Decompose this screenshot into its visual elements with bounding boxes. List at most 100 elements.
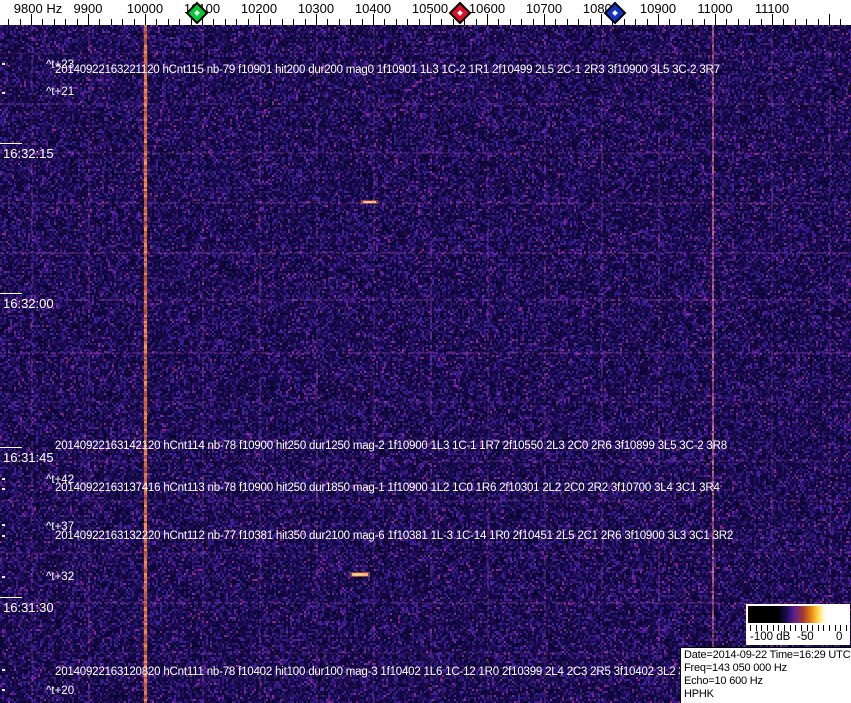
ruler-tick: [316, 14, 317, 25]
ruler-tick: [794, 19, 796, 25]
db-label: -50: [797, 631, 814, 643]
ruler-tick: [19, 19, 21, 25]
ruler-tick: [407, 19, 409, 25]
db-gradient-bar: [748, 606, 848, 623]
ruler-tick: [669, 19, 671, 25]
ruler-tick: [224, 19, 226, 25]
timestamp-label: 16:32:15: [3, 146, 54, 161]
ruler-tick: [817, 19, 819, 25]
ruler-tick: [635, 19, 637, 25]
frequency-label: 9800 Hz: [13, 1, 63, 16]
ruler-tick: [578, 19, 580, 25]
ruler-tick: [772, 14, 773, 25]
ruler-tick: [327, 19, 329, 25]
ruler-tick: [532, 19, 534, 25]
ruler-tick: [829, 14, 830, 25]
edge-signal-dot: [2, 92, 5, 94]
ruler-tick: [680, 19, 682, 25]
ruler-tick: [259, 14, 260, 25]
ruler-tick: [42, 19, 44, 25]
echo-data-line: 20140922163120820 hCnt111 nb-78 f10402 h…: [55, 666, 697, 678]
ruler-tick: [475, 19, 477, 25]
ruler-tick: [840, 19, 842, 25]
ruler-tick: [179, 19, 181, 25]
ruler-tick: [749, 19, 751, 25]
edge-signal-dot: [2, 63, 5, 65]
ruler-tick: [726, 19, 728, 25]
ruler-tick: [213, 19, 215, 25]
edge-signal-dot: [2, 689, 5, 691]
info-echo: Echo=10 600 Hz: [684, 675, 763, 687]
diamond-core: [612, 10, 618, 16]
ruler-tick: [783, 19, 785, 25]
ruler-tick: [487, 14, 488, 25]
ruler-tick: [281, 19, 283, 25]
info-date-time: Date=2014-09-22 Time=16:29 UTC: [684, 649, 851, 661]
db-color-scale: -100 dB -50 0: [746, 604, 850, 645]
ruler-tick: [384, 19, 386, 25]
spectrogram-canvas: [0, 25, 851, 703]
edge-signal-dot: [2, 524, 5, 526]
ruler-tick: [601, 14, 602, 25]
ruler-tick: [99, 19, 101, 25]
meteor-echo-spectrogram-window: 9800 Hz990010000101001020010300104001050…: [0, 0, 851, 703]
ruler-tick: [88, 14, 89, 25]
info-frequency: Freq=143 050 000 Hz: [684, 662, 787, 674]
ruler-tick: [715, 14, 716, 25]
t-offset-marker: ^t+32: [46, 571, 75, 583]
diamond-core: [194, 10, 200, 16]
ruler-tick: [498, 19, 500, 25]
ruler-tick: [338, 19, 340, 25]
ruler-tick: [395, 19, 397, 25]
echo-data-line: 20140922163137416 hCnt113 nb-78 f10900 h…: [55, 482, 720, 494]
legend-tick: [817, 625, 819, 631]
t-offset-marker: ^t+20: [46, 685, 75, 697]
ruler-tick: [293, 19, 295, 25]
ruler-tick: [31, 14, 32, 25]
edge-signal-dot: [2, 478, 5, 480]
ruler-tick: [418, 19, 420, 25]
ruler-tick: [737, 19, 739, 25]
echo-data-line: 20140922163142120 hCnt114 nb-78 f10900 h…: [55, 440, 727, 452]
time-tick-line: [0, 293, 22, 294]
ruler-tick: [566, 19, 568, 25]
ruler-tick: [452, 19, 454, 25]
frequency-ruler: 9800 Hz990010000101001020010300104001050…: [0, 0, 851, 25]
legend-tick: [823, 625, 825, 631]
ruler-tick: [623, 19, 625, 25]
status-info-box: Date=2014-09-22 Time=16:29 UTC Freq=143 …: [680, 647, 851, 703]
legend-tick: [846, 625, 847, 631]
edge-signal-dot: [2, 669, 5, 671]
diamond-core: [457, 10, 463, 16]
ruler-tick: [133, 19, 135, 25]
info-station-id: HPHK: [684, 688, 714, 700]
ruler-tick: [555, 19, 557, 25]
ruler-tick: [658, 14, 659, 25]
ruler-tick: [509, 19, 511, 25]
ruler-tick: [806, 19, 808, 25]
time-tick-line: [0, 143, 22, 144]
ruler-tick: [544, 14, 545, 25]
ruler-tick: [190, 19, 192, 25]
ruler-tick: [145, 14, 146, 25]
timestamp-label: 16:31:45: [3, 450, 54, 465]
ruler-tick: [76, 19, 78, 25]
edge-signal-dot: [2, 576, 5, 578]
t-offset-marker: ^t+21: [46, 86, 75, 98]
edge-signal-dot: [2, 488, 5, 490]
timestamp-label: 16:32:00: [3, 296, 54, 311]
edge-signal-dot: [2, 535, 5, 537]
time-tick-line: [0, 447, 22, 448]
echo-data-line: 20140922163132220 hCnt112 nb-77 f10381 h…: [55, 530, 734, 542]
ruler-tick: [110, 19, 112, 25]
timestamp-label: 16:31:30: [3, 600, 54, 615]
ruler-tick: [167, 19, 169, 25]
ruler-tick: [692, 19, 694, 25]
ruler-tick: [589, 19, 591, 25]
ruler-tick: [350, 19, 352, 25]
echo-data-line: 20140922163221120 hCnt115 nb-79 f10901 h…: [55, 64, 720, 76]
ruler-tick: [122, 19, 124, 25]
ruler-tick: [373, 14, 374, 25]
ruler-tick: [8, 19, 10, 25]
ruler-tick: [236, 19, 238, 25]
